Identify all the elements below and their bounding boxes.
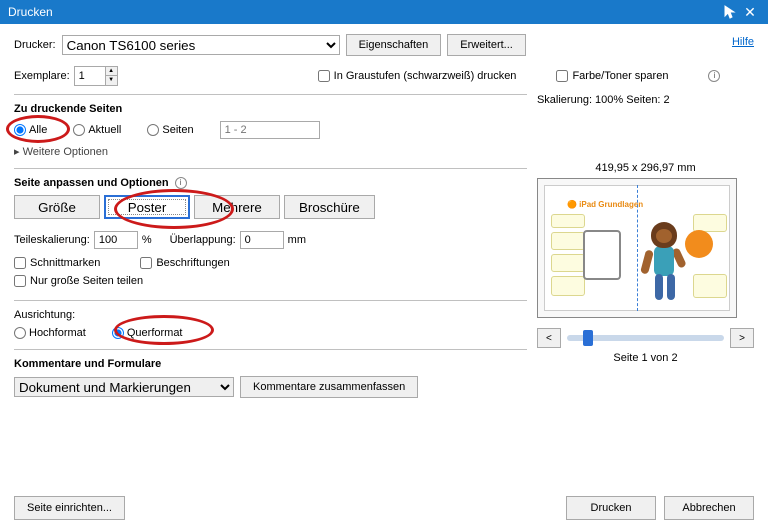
orientation-landscape-radio[interactable]	[112, 327, 124, 339]
pages-current-radio[interactable]	[73, 124, 85, 136]
help-link[interactable]: Hilfe	[732, 36, 754, 48]
page-setup-button[interactable]: Seite einrichten...	[14, 496, 125, 520]
info-icon: i	[175, 177, 187, 189]
preview-doc-title: 🟠 iPad Grundlagen	[567, 200, 643, 209]
pages-all-label: Alle	[29, 124, 47, 136]
overlap-input[interactable]	[240, 231, 284, 249]
tab-booklet[interactable]: Broschüre	[284, 195, 375, 219]
tab-size[interactable]: Größe	[14, 195, 100, 219]
preview-prev-button[interactable]: <	[537, 328, 561, 348]
pages-all-radio[interactable]	[14, 124, 26, 136]
orientation-heading: Ausrichtung:	[14, 309, 527, 321]
bigonly-checkbox[interactable]	[14, 275, 26, 287]
bigonly-label: Nur große Seiten teilen	[30, 275, 143, 287]
advanced-button[interactable]: Erweitert...	[447, 34, 526, 56]
labels-label: Beschriftungen	[156, 257, 229, 269]
pages-current-label: Aktuell	[88, 124, 121, 136]
cutmarks-label: Schnittmarken	[30, 257, 100, 269]
labels-checkbox[interactable]	[140, 257, 152, 269]
tilescale-input[interactable]	[94, 231, 138, 249]
pages-range-input[interactable]	[220, 121, 320, 139]
comments-select[interactable]: Dokument und Markierungen	[14, 377, 234, 397]
info-icon: i	[708, 70, 720, 82]
pages-range-radio[interactable]	[147, 124, 159, 136]
cursor-icon	[724, 5, 736, 19]
comments-heading: Kommentare und Formulare	[14, 358, 527, 370]
window-title: Drucken	[8, 5, 53, 19]
spinner-down-icon[interactable]: ▼	[106, 76, 117, 85]
preview-page-divider	[637, 185, 638, 311]
printer-select[interactable]: Canon TS6100 series	[62, 35, 340, 55]
overlap-label: Überlappung:	[170, 234, 236, 246]
tab-poster[interactable]: Poster	[104, 195, 190, 219]
copies-input[interactable]	[75, 67, 105, 85]
preview-dimensions: 419,95 x 296,97 mm	[537, 162, 754, 174]
savetoner-label: Farbe/Toner sparen	[572, 70, 668, 82]
overlap-unit: mm	[288, 234, 306, 246]
more-options-disclosure[interactable]: ▸ Weitere Optionen	[14, 145, 527, 158]
preview-scaling-text: Skalierung: 100% Seiten: 2	[537, 94, 754, 106]
tilescale-label: Teileskalierung:	[14, 234, 90, 246]
printer-label: Drucker:	[14, 39, 56, 51]
pages-range-label: Seiten	[162, 124, 193, 136]
pages-heading: Zu druckende Seiten	[14, 103, 527, 115]
orientation-portrait-label: Hochformat	[29, 327, 86, 339]
preview-slider[interactable]	[567, 335, 724, 341]
preview-character-icon	[639, 222, 689, 302]
preview-ipad-icon	[583, 230, 621, 280]
grayscale-checkbox[interactable]	[318, 70, 330, 82]
cancel-button[interactable]: Abbrechen	[664, 496, 754, 520]
tilescale-unit: %	[142, 234, 152, 246]
spinner-up-icon[interactable]: ▲	[106, 67, 117, 76]
close-button[interactable]: ✕	[740, 4, 760, 21]
summarize-comments-button[interactable]: Kommentare zusammenfassen	[240, 376, 418, 398]
sizing-heading: Seite anpassen und Optionen	[14, 177, 169, 189]
grayscale-label: In Graustufen (schwarzweiß) drucken	[334, 70, 517, 82]
copies-label: Exemplare:	[14, 70, 70, 82]
properties-button[interactable]: Eigenschaften	[346, 34, 442, 56]
savetoner-checkbox[interactable]	[556, 70, 568, 82]
cutmarks-checkbox[interactable]	[14, 257, 26, 269]
preview-page-indicator: Seite 1 von 2	[537, 352, 754, 364]
preview-circle-icon	[685, 230, 713, 258]
print-button[interactable]: Drucken	[566, 496, 656, 520]
orientation-portrait-radio[interactable]	[14, 327, 26, 339]
copies-spinner[interactable]: ▲ ▼	[74, 66, 118, 86]
preview-next-button[interactable]: >	[730, 328, 754, 348]
preview-pane: 🟠 iPad Grundlagen	[537, 178, 737, 318]
tab-multiple[interactable]: Mehrere	[194, 195, 280, 219]
orientation-landscape-label: Querformat	[127, 327, 183, 339]
